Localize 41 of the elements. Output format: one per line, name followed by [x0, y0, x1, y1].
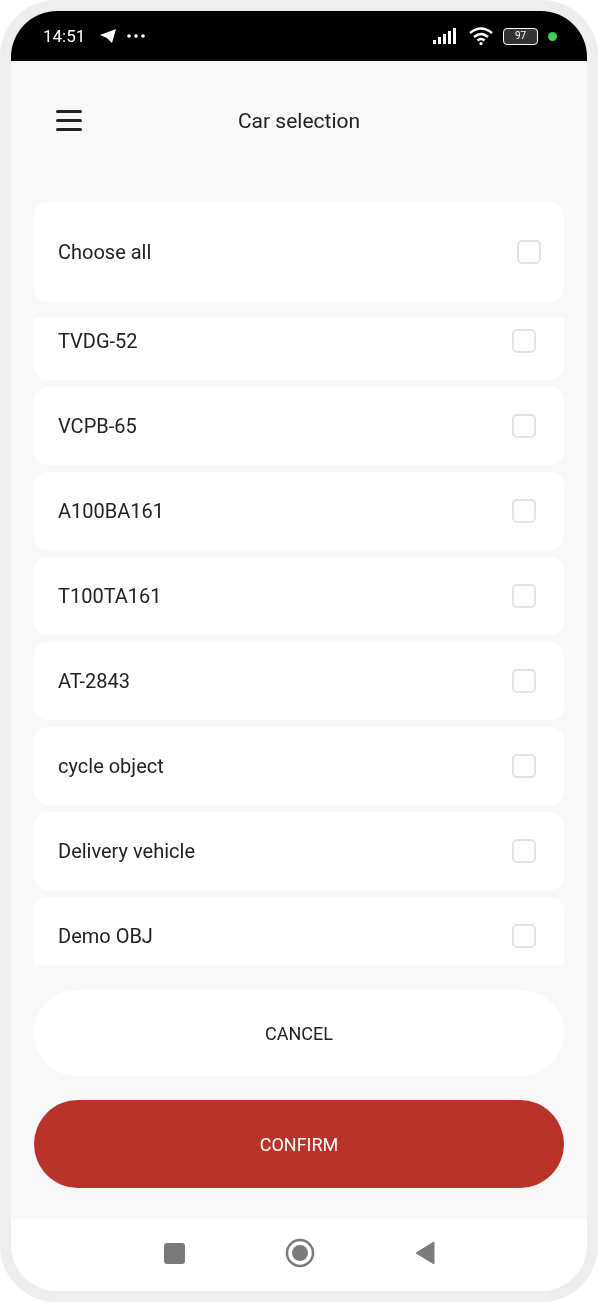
signal-icon: [433, 28, 459, 44]
paper-plane-icon: [99, 28, 118, 44]
cancel-button[interactable]: CANCEL: [34, 990, 564, 1076]
car-label: Demo OBJ: [58, 924, 153, 948]
car-row[interactable]: VCPB-65: [34, 387, 564, 465]
row-label: Choose all: [58, 240, 152, 264]
car-label: A100BA161: [58, 499, 164, 523]
checkbox[interactable]: [512, 329, 536, 353]
screen-title: Car selection: [237, 109, 361, 133]
choose-all-row[interactable]: Choose all: [34, 202, 564, 302]
checkbox[interactable]: [512, 499, 536, 523]
checkbox[interactable]: [512, 584, 536, 608]
battery-icon: 97: [503, 27, 538, 45]
car-label: Delivery vehicle: [58, 839, 195, 863]
status-dot-icon: [548, 31, 557, 41]
car-label: T100TA161: [58, 584, 162, 608]
car-row[interactable]: A100BA161: [34, 472, 564, 550]
checkbox[interactable]: [512, 414, 536, 438]
confirm-button[interactable]: CONFIRM: [34, 1100, 564, 1188]
checkbox[interactable]: [512, 754, 536, 778]
more-icon: [127, 34, 146, 38]
car-label: cycle object: [58, 754, 164, 778]
car-row[interactable]: T100TA161: [34, 557, 564, 635]
checkbox[interactable]: [512, 669, 536, 693]
home-icon[interactable]: [284, 1238, 315, 1268]
recents-icon[interactable]: [163, 1242, 185, 1264]
car-row[interactable]: TVDG-52: [34, 318, 564, 380]
car-row[interactable]: AT-2843: [34, 642, 564, 720]
car-row[interactable]: cycle object: [34, 727, 564, 805]
checkbox[interactable]: [512, 924, 536, 948]
car-label: VCPB-65: [58, 414, 137, 438]
checkbox[interactable]: [517, 240, 541, 264]
car-label: AT-2843: [58, 669, 130, 693]
car-row[interactable]: Demo OBJ: [34, 897, 564, 965]
car-label: TVDG-52: [58, 329, 138, 353]
wifi-icon: [469, 27, 493, 45]
menu-icon[interactable]: [56, 109, 82, 131]
checkbox[interactable]: [512, 839, 536, 863]
car-row[interactable]: Delivery vehicle: [34, 812, 564, 890]
back-icon[interactable]: [414, 1241, 435, 1265]
status-time: 14:51: [43, 26, 86, 46]
